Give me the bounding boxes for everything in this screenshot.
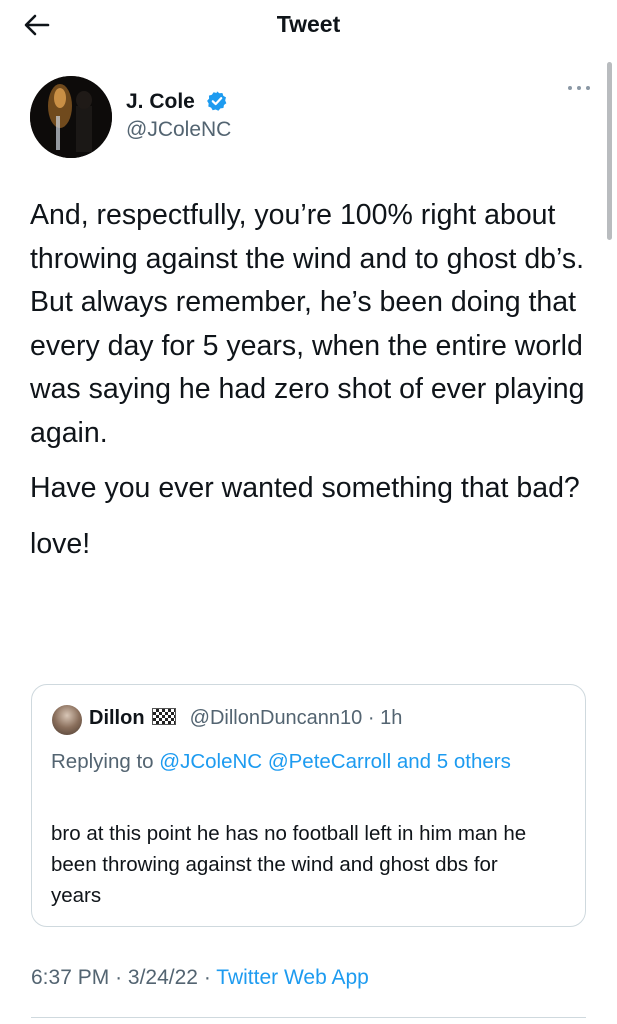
quoted-tweet-header: Dillon @DillonDuncann10 · 1h [89, 707, 402, 730]
author-handle[interactable]: @JColeNC [126, 118, 231, 142]
author-name[interactable]: J. Cole [126, 90, 195, 114]
separator-dot: · [367, 707, 375, 729]
tweet-author: J. Cole @JColeNC [30, 76, 590, 160]
avatar-image [30, 76, 112, 158]
tweet-paragraph: love! [30, 527, 91, 560]
divider [31, 1017, 586, 1018]
top-bar: Tweet [0, 0, 617, 50]
quoted-tweet-text: bro at this point he has no football lef… [51, 822, 527, 907]
separator-dot: · [203, 966, 211, 989]
verified-badge-icon [207, 91, 227, 111]
separator-dot: · [115, 966, 123, 989]
quoted-author-handle[interactable]: @DillonDuncann10 [190, 707, 363, 729]
replying-to-line: Replying to @JColeNC @PeteCarroll and 5 … [51, 745, 551, 779]
checkered-flag-icon [152, 708, 177, 725]
quoted-tweet-card[interactable]: Dillon @DillonDuncann10 · 1h Replying to… [31, 684, 586, 927]
tweet-source-link[interactable]: Twitter Web App [216, 966, 369, 989]
scrollbar[interactable] [607, 62, 612, 240]
mention-link[interactable]: @JColeNC [159, 750, 262, 773]
tweet-paragraph: Have you ever wanted something that bad? [30, 472, 580, 504]
more-horizontal-icon [568, 86, 590, 90]
replying-to-label: Replying to [51, 750, 154, 773]
avatar[interactable] [30, 76, 112, 158]
tweet-timestamp: 6:37 PM · 3/24/22 · Twitter Web App [31, 966, 369, 990]
quoted-author-name[interactable]: Dillon [89, 707, 145, 729]
mention-link[interactable]: @PeteCarroll [268, 750, 391, 773]
tweet-paragraph: And, respectfully, you’re 100% right abo… [30, 199, 585, 449]
quoted-avatar[interactable] [52, 705, 82, 735]
replying-and[interactable]: and [397, 750, 431, 773]
tweet-text: And, respectfully, you’re 100% right abo… [30, 194, 590, 578]
replying-others-link[interactable]: 5 others [437, 750, 511, 773]
tweet-date[interactable]: 3/24/22 [128, 966, 198, 989]
page-title: Tweet [276, 11, 341, 37]
more-options-button[interactable] [565, 76, 593, 100]
quoted-tweet-age[interactable]: 1h [380, 707, 402, 729]
tweet-time[interactable]: 6:37 PM [31, 966, 109, 989]
